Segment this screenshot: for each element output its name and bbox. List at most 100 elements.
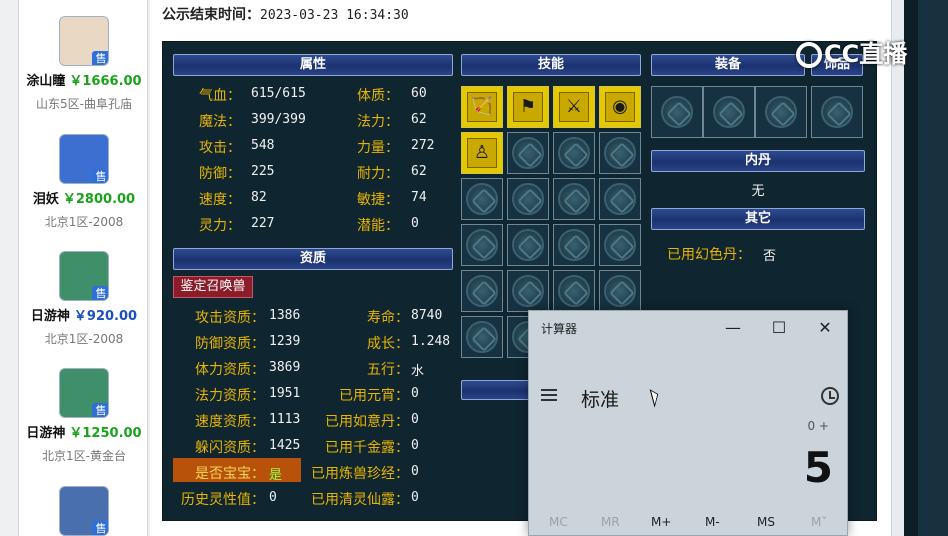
calculator-title: 计算器 [541,322,578,336]
empty-skill-slot[interactable] [599,270,641,312]
seller-name[interactable]: 涂山瞳 [26,74,65,89]
attribute-value: 225 [251,164,275,179]
aptitude-label: 法力资质： [195,388,265,404]
aptitude-label: 五行： [367,362,409,378]
empty-skill-slot[interactable] [553,270,595,312]
aptitude-label: 已用如意丹： [325,414,409,430]
attribute-label: 防御： [199,166,241,182]
aptitude-label: 是否宝宝： [195,466,265,482]
avatar[interactable]: 售 [59,251,109,301]
slot-medallion-icon [604,275,636,307]
attributes-header: 属性 [173,54,453,76]
aptitude-value: 8740 [411,308,443,323]
aptitude-value: 0 [411,464,419,479]
empty-skill-slot[interactable] [599,224,641,266]
avatar[interactable]: 售 [59,134,109,184]
color-pill-label: 已用幻色丹： [667,247,751,263]
empty-skill-slot[interactable] [553,178,595,220]
history-icon[interactable] [821,387,839,405]
empty-skill-slot[interactable] [553,132,595,174]
empty-skill-slot[interactable] [553,224,595,266]
menu-icon[interactable] [541,389,557,403]
avatar[interactable]: 售 [59,368,109,418]
seller-list: 售 涂山瞳 ￥1666.00 山东5区-曲阜孔庙 售 泪妖 ￥2800.00 北京1… [18,0,148,536]
seller-name[interactable]: 日游神 [31,309,70,324]
slot-medallion-icon [512,137,544,169]
calculator-window[interactable]: 计算器 — ☐ ✕ 标准 0 + 5 MC MR M+ M- MS M˅ [528,310,848,536]
aptitude-label: 已用千金露： [325,440,409,456]
others-header: 其它 [651,208,865,230]
attribute-label: 体质： [357,88,399,104]
close-button[interactable]: ✕ [807,315,843,341]
banner-skill-icon[interactable]: ⚑ [507,86,549,128]
eye-skill-icon[interactable]: ◉ [599,86,641,128]
attribute-value: 227 [251,216,275,231]
empty-skill-slot[interactable] [507,270,549,312]
slot-medallion-icon [512,183,544,215]
aptitude-label: 历史灵性值： [181,492,265,508]
aptitude-label: 已用清灵仙露： [311,492,409,508]
avatar[interactable]: 售 [59,16,109,66]
sale-badge: 售 [92,286,108,300]
attribute-value: 74 [411,190,427,205]
sale-badge: 售 [92,51,108,65]
memory-clear-button[interactable]: MC [549,515,568,529]
memory-subtract-button[interactable]: M- [705,515,720,529]
ornament-slot[interactable] [811,86,863,138]
attribute-label: 速度： [199,192,241,208]
figure-skill-icon[interactable]: ♙ [461,132,503,174]
seller-item[interactable]: 售 泪妖 ￥2800.00 北京1区-2008 [19,134,149,230]
equipment-slot[interactable] [651,86,703,138]
slot-medallion-icon [558,229,590,261]
seller-name[interactable]: 日游神 [26,426,65,441]
attribute-label: 敏捷： [357,192,399,208]
figure-skill-icon: ♙ [467,138,497,168]
bow-skill-icon[interactable]: 🏹 [461,86,503,128]
slot-medallion-icon [466,183,498,215]
avatar[interactable]: 售 [59,486,109,536]
empty-skill-slot[interactable] [461,316,503,358]
seller-item[interactable]: 售 涂山瞳 ￥1666.00 山东5区-曲阜孔庙 [19,16,149,112]
sword-skill-icon[interactable]: ⚔ [553,86,595,128]
empty-skill-slot[interactable] [599,178,641,220]
empty-skill-slot[interactable] [599,132,641,174]
seller-server: 北京1区-2008 [44,215,124,229]
aptitude-value: 1.248 [411,334,451,349]
attribute-value: 615/615 [251,86,306,101]
memory-list-button[interactable]: M˅ [811,515,827,529]
cc-logo-icon [796,42,822,68]
attribute-label: 力量： [357,140,399,156]
calculator-expression: 0 + [807,419,829,433]
seller-name[interactable]: 泪妖 [33,192,59,207]
memory-add-button[interactable]: M+ [651,515,671,529]
equipment-slot[interactable] [755,86,807,138]
equipment-header: 装备 [651,54,805,76]
aptitude-value: 0 [411,386,419,401]
appraise-pet-button[interactable]: 鉴定召唤兽 [173,276,253,298]
empty-skill-slot[interactable] [507,132,549,174]
seller-server: 山东5区-曲阜孔庙 [36,97,132,111]
page: 售 涂山瞳 ￥1666.00 山东5区-曲阜孔庙 售 泪妖 ￥2800.00 北京1… [0,0,948,536]
empty-skill-slot[interactable] [461,224,503,266]
empty-skill-slot[interactable] [507,224,549,266]
attribute-label: 法力： [357,114,399,130]
empty-skill-slot[interactable] [507,178,549,220]
empty-skill-slot[interactable] [461,178,503,220]
empty-skill-slot[interactable] [461,270,503,312]
equipment-slot[interactable] [703,86,755,138]
aptitude-label: 躲闪资质： [195,440,265,456]
aptitude-label: 已用元宵： [339,388,409,404]
maximize-button[interactable]: ☐ [761,315,797,341]
seller-item[interactable]: 售 日游神 ￥1250.00 北京1区-黄金台 [19,368,149,464]
seller-item[interactable]: 售 日游神 ￥920.00 北京1区-2008 [19,251,149,347]
seller-item[interactable]: 售 [19,486,149,536]
slot-medallion-icon [466,229,498,261]
attribute-label: 气血： [199,88,241,104]
slot-medallion-icon [604,183,636,215]
minimize-button[interactable]: — [715,315,751,341]
memory-recall-button[interactable]: MR [601,515,620,529]
aptitude-label: 已用炼兽珍经： [311,466,409,482]
memory-store-button[interactable]: MS [757,515,775,529]
attribute-value: 60 [411,86,427,101]
attribute-value: 272 [411,138,435,153]
